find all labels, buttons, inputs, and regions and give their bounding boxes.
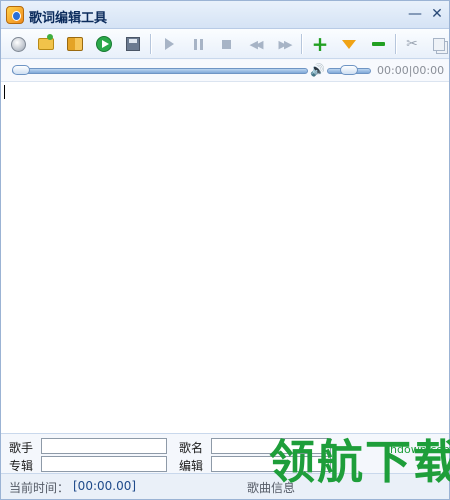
current-time-label: 当前时间：: [9, 481, 70, 495]
artist-label: 歌手: [9, 441, 34, 455]
toolbar-separator: [150, 34, 151, 54]
import-button[interactable]: [64, 33, 86, 55]
remove-icon: [371, 42, 385, 46]
open-button[interactable]: [35, 33, 57, 55]
rewind-icon: ◀◀: [249, 37, 264, 51]
cut-icon: ✂: [406, 36, 418, 52]
pause-icon: [193, 38, 203, 50]
window-title: 歌词编辑工具: [29, 11, 108, 26]
new-button[interactable]: [7, 33, 29, 55]
move-down-button[interactable]: [338, 33, 360, 55]
rewind-button[interactable]: ◀◀: [244, 33, 266, 55]
play-record-icon: [96, 36, 112, 52]
play-record-button[interactable]: [93, 33, 115, 55]
time-display: 00:00|00:00: [377, 64, 445, 77]
open-icon: [38, 34, 54, 50]
fast-forward-icon: ▶▶: [278, 37, 293, 51]
move-down-icon: [342, 39, 356, 49]
stop-button[interactable]: [215, 33, 237, 55]
lyrics-text-area[interactable]: [1, 82, 449, 434]
app-logo-icon: [6, 6, 24, 24]
seek-slider-thumb[interactable]: [12, 65, 30, 75]
playback-bar: 🔊 00:00|00:00: [1, 60, 449, 82]
editor-label: 编辑: [179, 459, 204, 473]
add-line-button[interactable]: +: [309, 33, 331, 55]
close-button[interactable]: ✕: [428, 5, 446, 23]
title-bar[interactable]: 歌词编辑工具 — ✕: [1, 1, 449, 29]
save-icon: [126, 37, 140, 51]
current-time-value: [00:00.00]: [73, 479, 137, 493]
new-icon: [10, 36, 26, 52]
text-caret: [4, 85, 5, 99]
volume-slider-thumb[interactable]: [340, 65, 358, 75]
stop-icon: [221, 39, 231, 49]
toolbar-separator: [301, 34, 302, 54]
toolbar-separator: [395, 34, 396, 54]
save-button[interactable]: [122, 33, 144, 55]
import-icon: [67, 37, 83, 51]
add-icon: +: [311, 32, 329, 56]
seek-slider[interactable]: [12, 68, 308, 74]
song-title-label: 歌名: [179, 441, 204, 455]
play-icon: [164, 38, 174, 50]
watermark-url: lhdown.com: [387, 443, 450, 456]
watermark-logo: 领航下载 lhdown.com: [269, 435, 450, 497]
lyrics-editor-window: 歌词编辑工具 — ✕ ◀◀ ▶▶ + ✂ 🔊 00:00|00:00 歌手 歌名: [0, 0, 450, 500]
volume-icon[interactable]: 🔊: [310, 63, 325, 77]
copy-button[interactable]: [428, 33, 450, 55]
toolbar: ◀◀ ▶▶ + ✂: [1, 29, 449, 59]
album-input[interactable]: [41, 456, 167, 472]
cut-button[interactable]: ✂: [401, 33, 423, 55]
minimize-button[interactable]: —: [406, 5, 424, 23]
copy-icon: [433, 37, 445, 51]
pause-button[interactable]: [187, 33, 209, 55]
artist-input[interactable]: [41, 438, 167, 454]
remove-line-button[interactable]: [367, 33, 389, 55]
play-button[interactable]: [158, 33, 180, 55]
album-label: 专辑: [9, 459, 34, 473]
fast-forward-button[interactable]: ▶▶: [273, 33, 295, 55]
